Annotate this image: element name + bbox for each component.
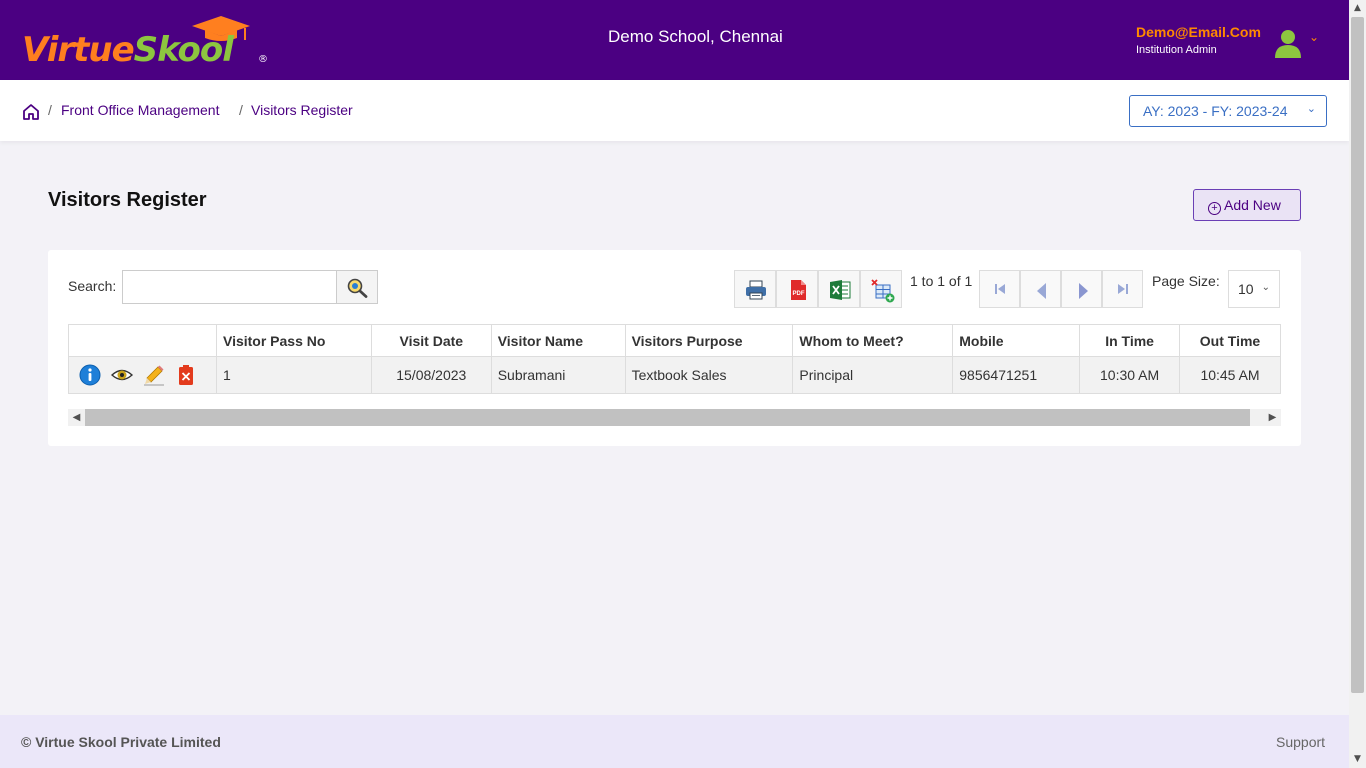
scroll-down-icon[interactable]: ▼ xyxy=(1349,751,1366,768)
cell-visit-date: 15/08/2023 xyxy=(370,356,492,394)
page-footer: © Virtue Skool Private Limited Support xyxy=(0,715,1349,768)
breadcrumb: / Front Office Management / Visitors Reg… xyxy=(0,80,1349,141)
horizontal-scroll-thumb[interactable] xyxy=(85,409,1250,426)
visitors-table: Visitor Pass No Visit Date Visitor Name … xyxy=(68,324,1281,394)
next-page-button[interactable] xyxy=(1061,270,1102,308)
page-title: Visitors Register xyxy=(48,189,207,211)
add-new-label: Add New xyxy=(1224,197,1281,213)
virtueskool-logo[interactable]: VirtueSkool ® xyxy=(22,14,272,70)
column-header-out-time[interactable]: Out Time xyxy=(1179,324,1281,357)
previous-page-icon xyxy=(1037,283,1046,299)
logo-word-skool: Skool xyxy=(133,30,234,70)
magnifier-search-icon xyxy=(347,278,368,298)
school-name: Demo School, Chennai xyxy=(608,27,783,46)
registered-mark: ® xyxy=(258,54,268,65)
cell-in-time: 10:30 AM xyxy=(1079,356,1181,394)
cell-whom-to-meet: Principal xyxy=(792,356,954,394)
breadcrumb-separator: / xyxy=(239,102,243,118)
vertical-scrollbar[interactable]: ▲ ▼ xyxy=(1349,0,1366,768)
visitors-grid-card: Search: PDF 1 to 1 of 1 Page Size: 10 ⌄ … xyxy=(48,250,1301,446)
search-input[interactable] xyxy=(122,270,337,304)
vertical-scroll-thumb[interactable] xyxy=(1351,17,1364,693)
scroll-left-icon[interactable]: ◀ xyxy=(68,409,85,426)
cell-visitor-pass-no: 1 xyxy=(215,356,372,394)
svg-text:PDF: PDF xyxy=(793,291,805,297)
cell-mobile: 9856471251 xyxy=(952,356,1081,394)
logo-word-virtue: Virtue xyxy=(22,30,135,70)
chevron-down-icon: ⌄ xyxy=(1306,103,1316,115)
academic-year-label: AY: 2023 - FY: 2023-24 xyxy=(1143,103,1288,119)
table-row: 1 15/08/2023 Subramani Textbook Sales Pr… xyxy=(68,356,1281,394)
user-role: Institution Admin xyxy=(1136,44,1217,56)
home-icon[interactable] xyxy=(22,103,40,121)
chevron-down-icon: ⌄ xyxy=(1261,282,1270,293)
breadcrumb-front-office[interactable]: Front Office Management xyxy=(61,102,219,118)
user-email[interactable]: Demo@Email.Com xyxy=(1136,24,1261,40)
print-button[interactable] xyxy=(734,270,776,308)
horizontal-scrollbar[interactable]: ◀ ▶ xyxy=(68,409,1281,426)
export-pdf-button[interactable]: PDF xyxy=(776,270,818,308)
pager-summary: 1 to 1 of 1 xyxy=(910,273,973,289)
export-excel-button[interactable] xyxy=(818,270,860,308)
search-button[interactable] xyxy=(336,270,378,304)
scroll-right-icon[interactable]: ▶ xyxy=(1264,409,1281,426)
row-actions xyxy=(68,356,217,394)
academic-year-select[interactable]: AY: 2023 - FY: 2023-24 ⌄ xyxy=(1129,95,1327,127)
cell-visitors-purpose: Textbook Sales xyxy=(624,356,794,394)
column-header-visitor-pass-no[interactable]: Visitor Pass No xyxy=(215,324,372,357)
column-header-whom-to-meet[interactable]: Whom to Meet? xyxy=(792,324,954,357)
column-header-actions xyxy=(68,324,217,357)
support-link[interactable]: Support xyxy=(1276,734,1325,750)
cell-visitor-name: Subramani xyxy=(490,356,626,394)
column-header-mobile[interactable]: Mobile xyxy=(952,324,1081,357)
edit-pencil-icon[interactable] xyxy=(143,364,165,386)
page-size-value: 10 xyxy=(1238,281,1254,297)
page-size-select[interactable]: 10 ⌄ xyxy=(1228,270,1280,308)
table-header-row: Visitor Pass No Visit Date Visitor Name … xyxy=(68,324,1281,357)
column-chooser-button[interactable] xyxy=(860,270,902,308)
page-size-label: Page Size: xyxy=(1152,273,1220,289)
scroll-up-icon[interactable]: ▲ xyxy=(1349,0,1366,17)
previous-page-button[interactable] xyxy=(1020,270,1061,308)
breadcrumb-separator: / xyxy=(48,102,52,118)
column-chooser-icon xyxy=(871,279,895,303)
next-page-icon xyxy=(1079,283,1088,299)
column-header-visit-date[interactable]: Visit Date xyxy=(370,324,492,357)
last-page-button[interactable] xyxy=(1102,270,1143,308)
logo-wordmark: VirtueSkool xyxy=(22,30,234,70)
user-avatar-icon[interactable] xyxy=(1274,28,1302,58)
user-menu-chevron-icon[interactable]: ⌄ xyxy=(1309,30,1319,44)
column-header-visitors-purpose[interactable]: Visitors Purpose xyxy=(624,324,794,357)
top-header: VirtueSkool ® Demo School, Chennai Demo@… xyxy=(0,0,1349,80)
add-new-button[interactable]: + Add New xyxy=(1193,189,1301,221)
last-page-icon xyxy=(1118,284,1128,294)
plus-circle-icon: + xyxy=(1208,202,1221,215)
search-label: Search: xyxy=(68,278,117,294)
column-header-in-time[interactable]: In Time xyxy=(1079,324,1181,357)
cell-out-time: 10:45 AM xyxy=(1179,356,1281,394)
delete-icon[interactable] xyxy=(175,364,197,386)
copyright-text: © Virtue Skool Private Limited xyxy=(21,734,221,750)
view-eye-icon[interactable] xyxy=(111,364,133,386)
column-header-visitor-name[interactable]: Visitor Name xyxy=(490,324,626,357)
info-icon[interactable] xyxy=(79,364,101,386)
print-icon xyxy=(746,280,766,300)
first-page-button[interactable] xyxy=(979,270,1020,308)
first-page-icon xyxy=(995,284,1005,294)
excel-icon xyxy=(830,280,851,300)
pdf-icon: PDF xyxy=(791,280,806,300)
breadcrumb-visitors-register[interactable]: Visitors Register xyxy=(251,102,353,118)
